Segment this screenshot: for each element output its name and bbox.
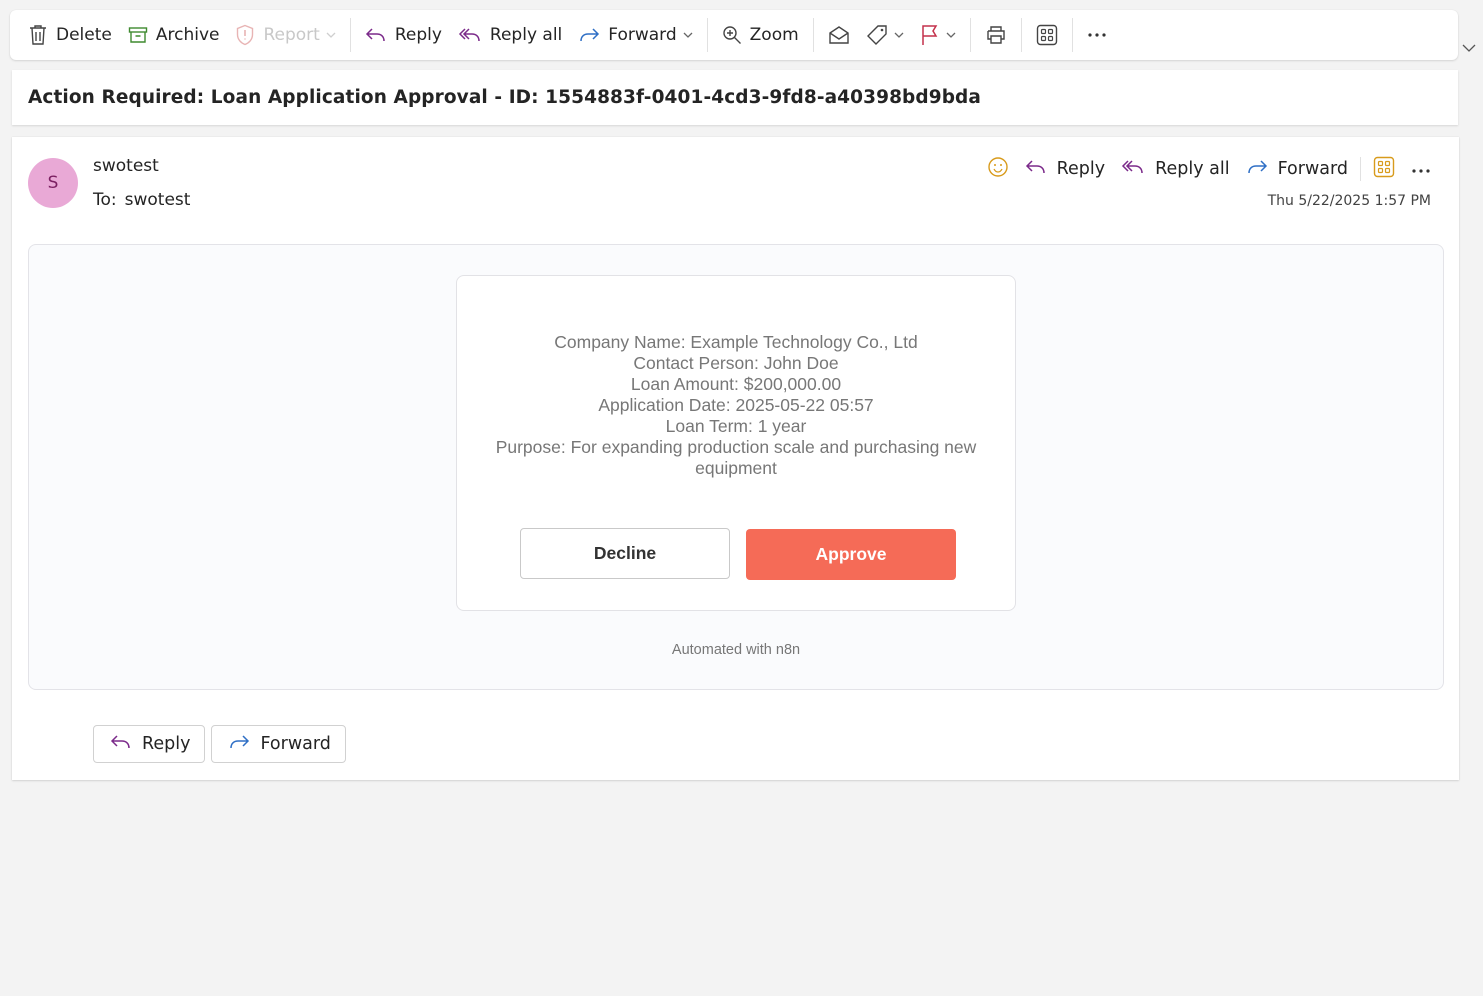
message-actions: Reply Reply all Forward — [979, 151, 1439, 187]
message-card: S swotest To:swotest Reply Reply all Fo — [12, 137, 1459, 780]
reply-icon — [365, 26, 387, 44]
email-body: Company Name: Example Technology Co., Lt… — [28, 244, 1444, 690]
flag-icon — [920, 24, 940, 46]
forward-icon — [578, 26, 600, 44]
detail-term: Loan Term: 1 year — [665, 416, 807, 436]
chevron-down-icon[interactable] — [683, 31, 693, 39]
message-apps-button[interactable] — [1365, 156, 1403, 183]
collapse-ribbon-chevron-icon[interactable] — [1462, 38, 1476, 57]
archive-button[interactable]: Archive — [120, 17, 228, 53]
approve-button[interactable]: Approve — [746, 529, 956, 580]
reply-button[interactable]: Reply — [357, 17, 450, 53]
delete-label: Delete — [56, 25, 112, 45]
reply-label: Reply — [142, 734, 191, 754]
apps-button[interactable] — [1028, 17, 1066, 53]
report-icon — [235, 24, 255, 46]
detail-contact: Contact Person: John Doe — [633, 353, 839, 373]
read-unread-button[interactable] — [820, 17, 858, 53]
emoji-reaction-button[interactable] — [979, 156, 1017, 183]
forward-icon — [1246, 158, 1268, 181]
loan-details: Company Name: Example Technology Co., Lt… — [457, 332, 1015, 479]
detail-amount: Loan Amount: $200,000.00 — [630, 374, 842, 394]
avatar[interactable]: S — [28, 158, 78, 208]
read-unread-icon — [828, 25, 850, 45]
archive-icon — [128, 25, 148, 45]
tag-icon — [866, 24, 888, 46]
apps-icon — [1373, 156, 1395, 183]
apps-icon — [1036, 24, 1058, 46]
forward-label: Forward — [260, 734, 331, 754]
chevron-down-icon — [326, 31, 336, 39]
detail-purpose: Purpose: For expanding production scale … — [495, 437, 977, 478]
loan-details-card: Company Name: Example Technology Co., Lt… — [456, 275, 1016, 611]
toolbar-divider — [969, 18, 971, 52]
message-forward-button[interactable]: Forward — [1238, 158, 1356, 181]
chevron-down-icon[interactable] — [946, 31, 956, 39]
quick-actions: Reply Forward — [93, 725, 346, 763]
reply-icon — [110, 733, 132, 756]
message-more-button[interactable] — [1403, 159, 1439, 179]
more-icon — [1411, 159, 1431, 179]
toolbar-divider — [1020, 18, 1022, 52]
toolbar-divider — [1071, 18, 1073, 52]
forward-label: Forward — [1277, 159, 1348, 179]
more-icon — [1087, 32, 1107, 38]
toolbar-divider — [349, 18, 351, 52]
toolbar-divider — [812, 18, 814, 52]
toolbar-divider — [706, 18, 708, 52]
bottom-reply-button[interactable]: Reply — [93, 725, 206, 763]
zoom-icon — [722, 25, 742, 45]
reply-all-button[interactable]: Reply all — [450, 17, 570, 53]
decline-button[interactable]: Decline — [520, 528, 730, 579]
message-subject: Action Required: Loan Application Approv… — [12, 70, 1458, 125]
to-label: To: — [93, 190, 117, 210]
reply-all-label: Reply all — [1155, 159, 1230, 179]
flag-button[interactable] — [912, 17, 964, 53]
message-reply-button[interactable]: Reply — [1017, 158, 1113, 181]
sender-name[interactable]: swotest — [93, 156, 159, 176]
reply-all-icon — [458, 26, 482, 44]
print-icon — [985, 25, 1007, 45]
automation-footer: Automated with n8n — [671, 642, 801, 658]
delete-icon — [28, 24, 48, 46]
recipient-line: To: swotest — [93, 190, 190, 210]
zoom-button[interactable]: Zoom — [714, 17, 807, 53]
tag-button[interactable] — [858, 17, 912, 53]
report-label: Report — [263, 25, 320, 45]
command-toolbar: Delete Archive Report Reply Reply all Fo… — [10, 10, 1458, 60]
reply-icon — [1025, 158, 1047, 181]
report-button[interactable]: Report — [227, 17, 343, 53]
bottom-forward-button[interactable]: Forward — [211, 725, 346, 763]
message-timestamp: Thu 5/22/2025 1:57 PM — [1267, 193, 1431, 209]
message-reply-all-button[interactable]: Reply all — [1113, 158, 1237, 181]
reply-label: Reply — [394, 25, 442, 45]
delete-button[interactable]: Delete — [20, 17, 120, 53]
detail-company: Company Name: Example Technology Co., Lt… — [554, 332, 918, 352]
reply-all-label: Reply all — [489, 25, 563, 45]
emoji-icon — [987, 156, 1009, 183]
recipient-name[interactable]: swotest — [125, 190, 191, 210]
actions-divider — [1360, 157, 1361, 181]
more-options-button[interactable] — [1079, 17, 1115, 53]
forward-button[interactable]: Forward — [570, 17, 700, 53]
archive-label: Archive — [155, 25, 220, 45]
print-button[interactable] — [977, 17, 1015, 53]
forward-icon — [228, 733, 250, 756]
reply-label: Reply — [1056, 159, 1106, 179]
reply-all-icon — [1121, 158, 1145, 181]
zoom-label: Zoom — [749, 25, 799, 45]
chevron-down-icon[interactable] — [894, 31, 904, 39]
forward-label: Forward — [608, 25, 677, 45]
detail-date: Application Date: 2025-05-22 05:57 — [598, 395, 874, 415]
